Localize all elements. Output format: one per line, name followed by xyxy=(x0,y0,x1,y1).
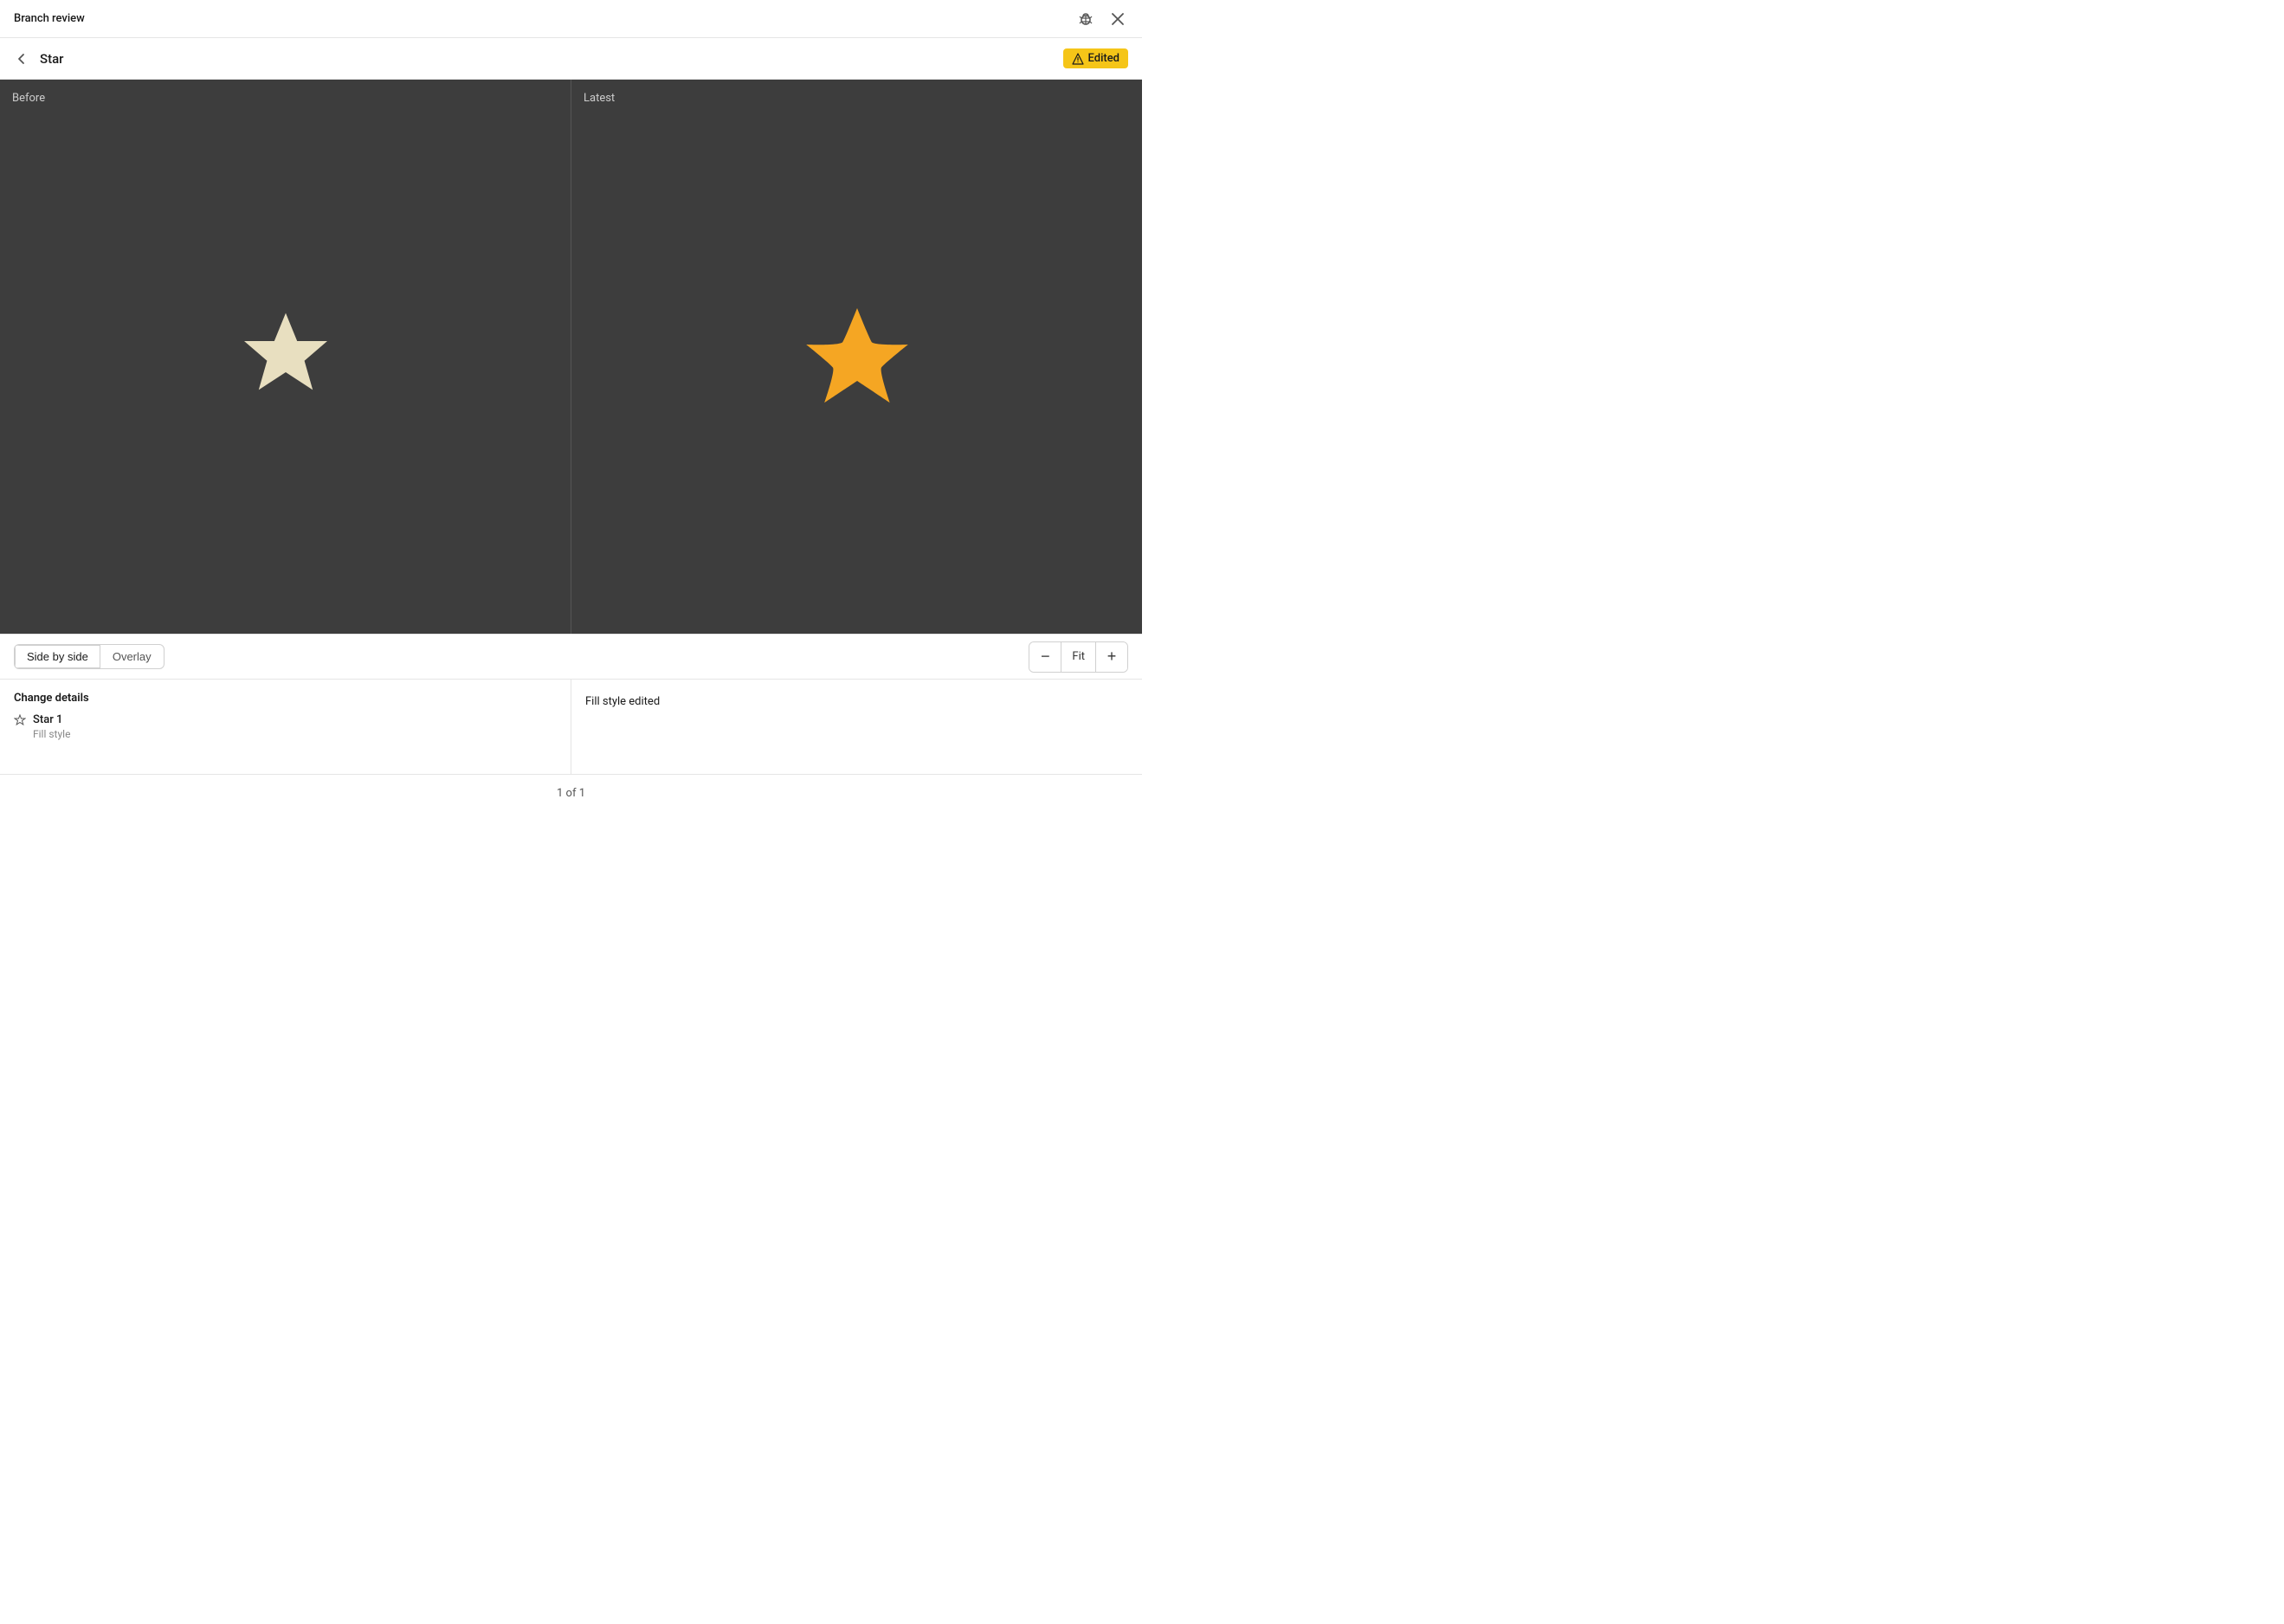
component-name: Star xyxy=(40,51,63,67)
nav-left: Star xyxy=(14,51,63,67)
close-icon xyxy=(1111,12,1125,26)
zoom-out-button[interactable]: − xyxy=(1029,642,1061,672)
close-button[interactable] xyxy=(1107,9,1128,29)
bottom-toolbar: Side by side Overlay − Fit + xyxy=(0,634,1142,679)
zoom-fit-button[interactable]: Fit xyxy=(1061,642,1096,672)
change-item: Star 1 xyxy=(14,713,557,726)
latest-pane: Latest xyxy=(571,80,1142,634)
change-details-area: Change details Star 1 Fill style Fill st… xyxy=(0,679,1142,774)
latest-star xyxy=(797,296,918,417)
change-details-right: Fill style edited xyxy=(571,680,1142,774)
zoom-in-button[interactable]: + xyxy=(1096,642,1127,672)
edited-label: Edited xyxy=(1088,52,1119,65)
warning-triangle-icon xyxy=(1072,53,1084,65)
bug-button[interactable] xyxy=(1074,8,1097,30)
title-bar: Branch review xyxy=(0,0,1142,38)
star-outline-icon xyxy=(14,714,26,726)
footer: 1 of 1 xyxy=(0,774,1142,812)
page-indicator: 1 of 1 xyxy=(557,787,585,800)
before-star-shape xyxy=(234,305,338,409)
overlay-button[interactable]: Overlay xyxy=(100,645,164,668)
before-star xyxy=(234,305,338,409)
edited-badge: Edited xyxy=(1063,48,1128,68)
side-by-side-button[interactable]: Side by side xyxy=(15,645,100,668)
title-icons xyxy=(1074,8,1128,30)
before-label: Before xyxy=(12,92,45,105)
back-icon xyxy=(14,51,29,67)
nav-bar: Star Edited xyxy=(0,38,1142,80)
view-toggle: Side by side Overlay xyxy=(14,644,165,669)
change-item-label: Star 1 xyxy=(33,713,62,726)
title-bar-left: Branch review xyxy=(14,12,85,25)
fill-style-edited-label: Fill style edited xyxy=(585,695,660,708)
comparison-area: Before Latest xyxy=(0,80,1142,634)
app-title: Branch review xyxy=(14,12,85,25)
change-sub-label: Fill style xyxy=(14,728,557,740)
before-pane: Before xyxy=(0,80,571,634)
bug-icon xyxy=(1078,11,1094,27)
change-details-left: Change details Star 1 Fill style xyxy=(0,680,571,774)
latest-star-shape xyxy=(797,296,918,417)
section-title: Change details xyxy=(14,692,557,705)
back-button[interactable] xyxy=(14,51,29,67)
zoom-controls: − Fit + xyxy=(1029,641,1128,673)
latest-label: Latest xyxy=(584,92,615,105)
